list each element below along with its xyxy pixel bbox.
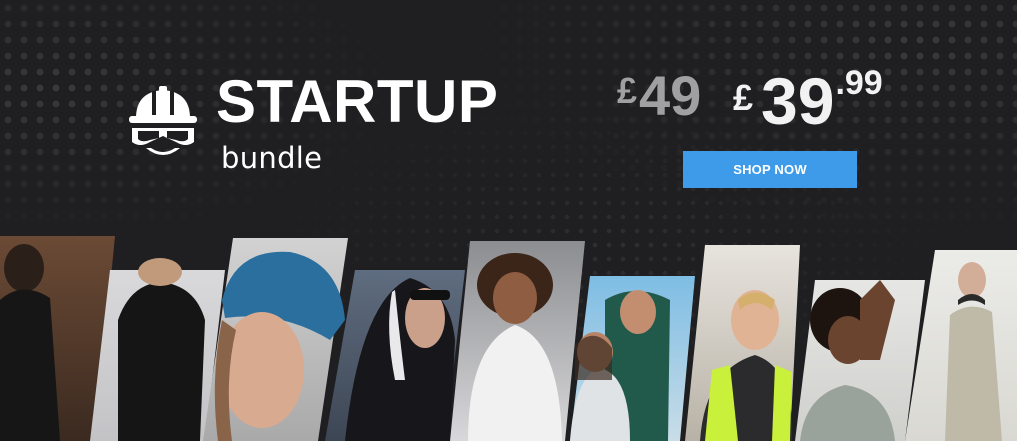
original-price-amount: 49 [639,64,702,127]
photo-blue-beanie [203,238,348,441]
photo-white-sweatshirt [450,241,585,441]
photo-hi-vis-vest [685,245,800,441]
sale-price-currency: £ [733,77,754,118]
bundle-title: STARTUP [216,68,499,135]
photo-couple-sweatshirts [570,276,695,441]
photo-beige-workwear [905,250,1017,441]
shop-now-button[interactable]: SHOP NOW [683,151,857,188]
original-price-currency: £ [617,70,638,111]
sale-price: £39.99 [733,66,883,134]
photo-black-hoodie [90,258,225,441]
original-price: £49 [617,68,701,124]
hard-hat-goggles-icon [129,86,197,155]
sale-price-decimals: .99 [835,64,883,102]
photo-hooded-sunglasses [325,270,465,441]
photo-woman-hands-raised [795,280,925,441]
sale-price-amount: 39 [761,64,835,138]
promo-banner: STARTUP bundle £49 £39.99 SHOP NOW [0,0,1017,441]
bundle-subtitle: bundle [221,141,323,175]
